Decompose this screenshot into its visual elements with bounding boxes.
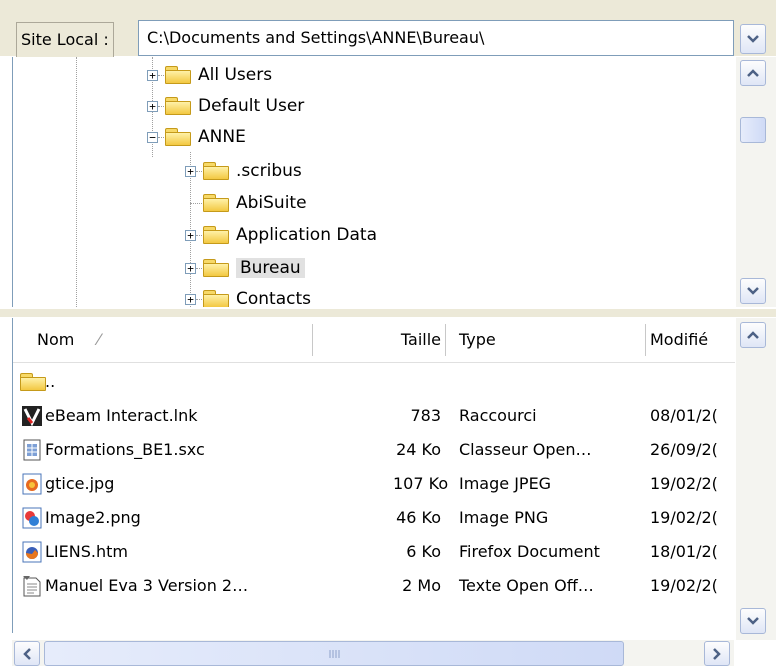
- list-item[interactable]: eBeam Interact.lnk 783 Raccourci 08/01/2…: [13, 399, 735, 433]
- local-path-combobox[interactable]: C:\Documents and Settings\ANNE\Bureau\: [138, 20, 734, 56]
- list-scroll-left-button[interactable]: [14, 641, 40, 666]
- tree-vertical-scrollbar[interactable]: [736, 57, 776, 307]
- column-divider[interactable]: [312, 324, 313, 356]
- tree-scroll-down-button[interactable]: [740, 278, 766, 304]
- folder-icon: [164, 96, 192, 116]
- jpeg-image-icon: [22, 473, 42, 495]
- firefox-document-icon: [22, 541, 42, 563]
- list-scroll-up-button[interactable]: [740, 322, 766, 348]
- tree-item-bureau[interactable]: + Bureau: [185, 253, 305, 283]
- tree-scroll-up-button[interactable]: [740, 60, 766, 86]
- list-item[interactable]: Image2.png 46 Ko Image PNG 19/02/2(: [13, 501, 735, 535]
- png-image-icon: [22, 507, 42, 529]
- tree-item-scribus[interactable]: + .scribus: [185, 156, 302, 186]
- collapse-toggle[interactable]: −: [147, 131, 158, 143]
- parent-folder-label: ..: [45, 372, 56, 391]
- list-item-parent[interactable]: ..: [13, 365, 735, 399]
- chevron-up-icon: [747, 69, 759, 77]
- tree-item-label: Bureau: [236, 258, 305, 278]
- tree-item-label: Default User: [198, 96, 305, 116]
- list-scroll-down-button[interactable]: [740, 608, 766, 634]
- folder-icon: [202, 289, 230, 307]
- local-folder-tree[interactable]: + All Users + Default User − ANNE + .scr…: [12, 57, 735, 307]
- open-folder-icon: [164, 127, 192, 147]
- column-header-size[interactable]: Taille: [393, 318, 441, 362]
- tree-item-label: ANNE: [198, 127, 246, 147]
- tree-item-label: Application Data: [236, 225, 377, 245]
- chevron-up-icon: [747, 331, 759, 339]
- chevron-down-icon: [747, 35, 759, 43]
- folder-icon: [202, 193, 230, 213]
- expand-toggle[interactable]: +: [185, 229, 196, 241]
- list-item[interactable]: LIENS.htm 6 Ko Firefox Document 18/01/2(: [13, 535, 735, 569]
- tree-item-application-data[interactable]: + Application Data: [185, 220, 377, 250]
- pane-splitter[interactable]: [0, 309, 776, 317]
- site-local-label: Site Local :: [16, 22, 114, 58]
- grip-icon: [329, 649, 340, 658]
- ebeam-shortcut-icon: [22, 406, 42, 427]
- column-header-type[interactable]: Type: [459, 318, 496, 362]
- list-header: Nom ⁄ Taille Type Modifié: [13, 318, 735, 363]
- expand-toggle[interactable]: +: [147, 100, 158, 112]
- list-item[interactable]: gtice.jpg 107 Ko Image JPEG 19/02/2(: [13, 467, 735, 501]
- expand-toggle[interactable]: +: [185, 262, 196, 274]
- column-header-name[interactable]: Nom ⁄: [37, 318, 100, 362]
- column-divider[interactable]: [645, 324, 646, 356]
- tree-item-label: .scribus: [236, 161, 302, 181]
- chevron-left-icon: [23, 647, 31, 660]
- folder-icon: [19, 372, 47, 392]
- list-item[interactable]: Manuel Eva 3 Version 2… 2 Mo Texte Open …: [13, 569, 735, 603]
- spreadsheet-file-icon: [23, 439, 41, 461]
- chevron-down-icon: [747, 617, 759, 625]
- tree-item-label: Contacts: [236, 289, 311, 307]
- sort-indicator-icon: ⁄: [97, 330, 101, 349]
- list-horizontal-scroll-thumb[interactable]: [44, 641, 624, 666]
- tree-item-abisuite[interactable]: AbiSuite: [202, 188, 307, 218]
- expand-toggle[interactable]: +: [185, 165, 196, 177]
- column-header-modified[interactable]: Modifié: [650, 318, 708, 362]
- tree-item-anne[interactable]: − ANNE: [147, 122, 246, 152]
- tree-item-label: AbiSuite: [236, 193, 307, 213]
- tree-item-contacts[interactable]: + Contacts: [185, 284, 311, 307]
- expand-toggle[interactable]: +: [185, 293, 196, 305]
- tree-scroll-thumb[interactable]: [740, 117, 766, 143]
- folder-icon: [202, 225, 230, 245]
- list-vertical-scrollbar[interactable]: [736, 318, 776, 640]
- chevron-right-icon: [713, 647, 721, 660]
- path-dropdown-button[interactable]: [740, 24, 766, 54]
- column-divider[interactable]: [445, 324, 446, 356]
- tree-item-all-users[interactable]: + All Users: [147, 60, 272, 90]
- open-folder-icon: [202, 258, 230, 278]
- local-file-list[interactable]: Nom ⁄ Taille Type Modifié .. eBeam Inter…: [12, 318, 735, 633]
- tree-item-default-user[interactable]: + Default User: [147, 91, 304, 121]
- chevron-down-icon: [747, 287, 759, 295]
- folder-icon: [164, 65, 192, 85]
- text-document-icon: [23, 576, 41, 597]
- folder-icon: [202, 161, 230, 181]
- list-item[interactable]: Formations_BE1.sxc 24 Ko Classeur Open… …: [13, 433, 735, 467]
- tree-item-label: All Users: [198, 65, 273, 85]
- expand-toggle[interactable]: +: [147, 69, 158, 81]
- list-scroll-right-button[interactable]: [704, 641, 730, 666]
